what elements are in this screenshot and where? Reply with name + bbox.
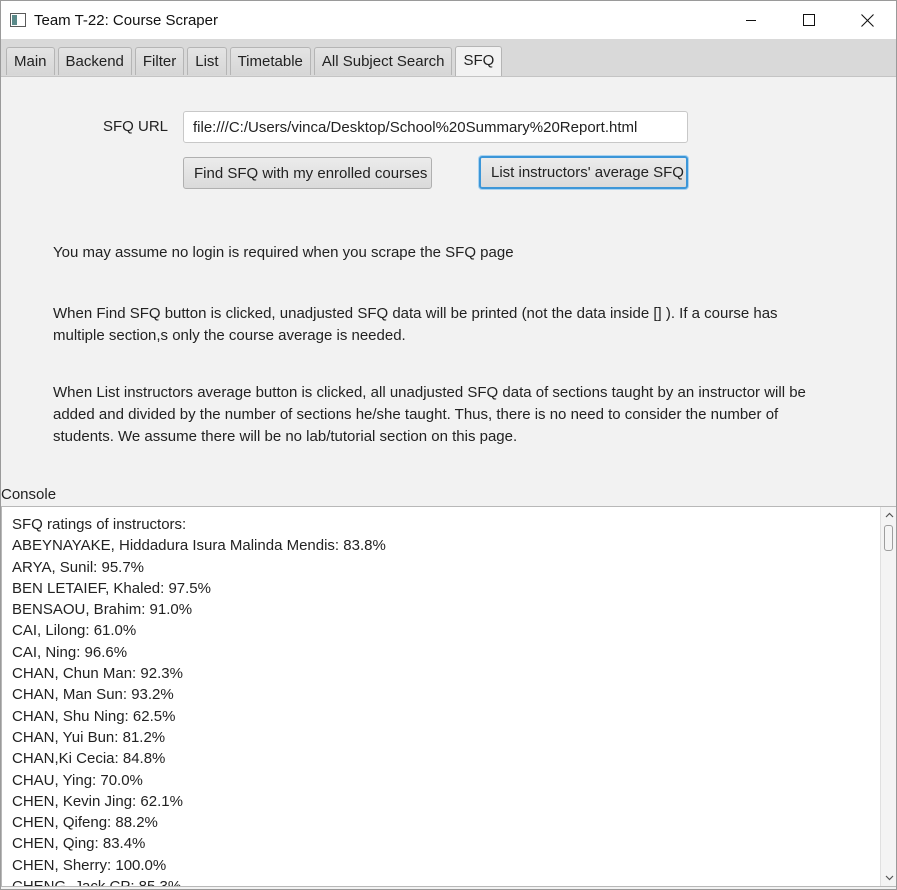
instruction-login: You may assume no login is required when… (53, 244, 514, 261)
console-line: CAI, Lilong: 61.0% (12, 622, 137, 640)
console-line: CHAN, Shu Ning: 62.5% (12, 707, 176, 725)
window-controls (722, 1, 896, 39)
maximize-icon (803, 14, 815, 26)
scroll-up-arrow[interactable] (881, 507, 896, 523)
console-label: Console (1, 486, 57, 503)
minimize-button[interactable] (722, 1, 780, 39)
instruction-find-sfq: When Find SFQ button is clicked, unadjus… (53, 305, 778, 344)
tab-list[interactable]: List (187, 47, 227, 75)
console-line: CHAN, Man Sun: 93.2% (12, 686, 174, 704)
scroll-down-arrow[interactable] (881, 870, 896, 886)
chevron-down-icon (885, 875, 893, 881)
console-output[interactable]: SFQ ratings of instructors: ABEYNAYAKE, H… (1, 506, 896, 887)
console-line: CHAU, Ying: 70.0% (12, 771, 143, 789)
console-line: BENSAOU, Brahim: 91.0% (12, 601, 193, 619)
close-icon (860, 13, 874, 27)
console-line: CAI, Ning: 96.6% (12, 643, 128, 661)
console-line: CHENG, Jack CP: 85.3% (12, 878, 182, 887)
tab-list: Main Backend Filter List Timetable All S… (6, 46, 503, 76)
chevron-up-icon (885, 512, 893, 518)
maximize-button[interactable] (780, 1, 838, 39)
tab-main[interactable]: Main (6, 47, 55, 75)
instruction-list-average: When List instructors average button is … (53, 384, 806, 445)
console-lines: SFQ ratings of instructors: ABEYNAYAKE, H… (12, 514, 877, 887)
app-icon (10, 13, 26, 27)
tab-backend[interactable]: Backend (57, 47, 132, 75)
console-line: CHAN, Chun Man: 92.3% (12, 665, 183, 683)
window-title: Team T-22: Course Scraper (34, 11, 218, 29)
scroll-thumb[interactable] (884, 525, 893, 551)
console-line: SFQ ratings of instructors: (12, 516, 187, 533)
console-line: BEN LETAIEF, Khaled: 97.5% (12, 579, 211, 597)
tab-strip: Main Backend Filter List Timetable All S… (1, 39, 896, 77)
console-line: CHEN, Qing: 83.4% (12, 835, 146, 853)
minimize-icon (746, 20, 756, 21)
tab-filter[interactable]: Filter (134, 47, 185, 75)
close-button[interactable] (838, 1, 896, 39)
find-sfq-button[interactable]: Find SFQ with my enrolled courses (183, 157, 432, 189)
console-scrollbar[interactable] (880, 507, 896, 886)
app-window: Team T-22: Course Scraper Main Backend F… (0, 0, 897, 890)
console-line: ABEYNAYAKE, Hiddadura Isura Malinda Mend… (12, 537, 386, 555)
sfq-url-label: SFQ URL (103, 118, 169, 135)
tab-all-subject-search[interactable]: All Subject Search (313, 47, 453, 75)
console-line: CHEN, Sherry: 100.0% (12, 856, 167, 874)
list-instructors-average-button[interactable]: List instructors' average SFQ (479, 156, 688, 189)
console-line: CHAN, Yui Bun: 81.2% (12, 728, 166, 746)
console-line: CHAN,Ki Cecia: 84.8% (12, 750, 166, 768)
tab-sfq[interactable]: SFQ (455, 46, 503, 76)
sfq-url-input[interactable] (183, 111, 688, 143)
console-line: ARYA, Sunil: 95.7% (12, 558, 145, 576)
console-line: CHEN, Qifeng: 88.2% (12, 814, 158, 832)
tab-timetable[interactable]: Timetable (229, 47, 311, 75)
title-bar: Team T-22: Course Scraper (1, 1, 896, 39)
console-line: CHEN, Kevin Jing: 62.1% (12, 792, 183, 810)
